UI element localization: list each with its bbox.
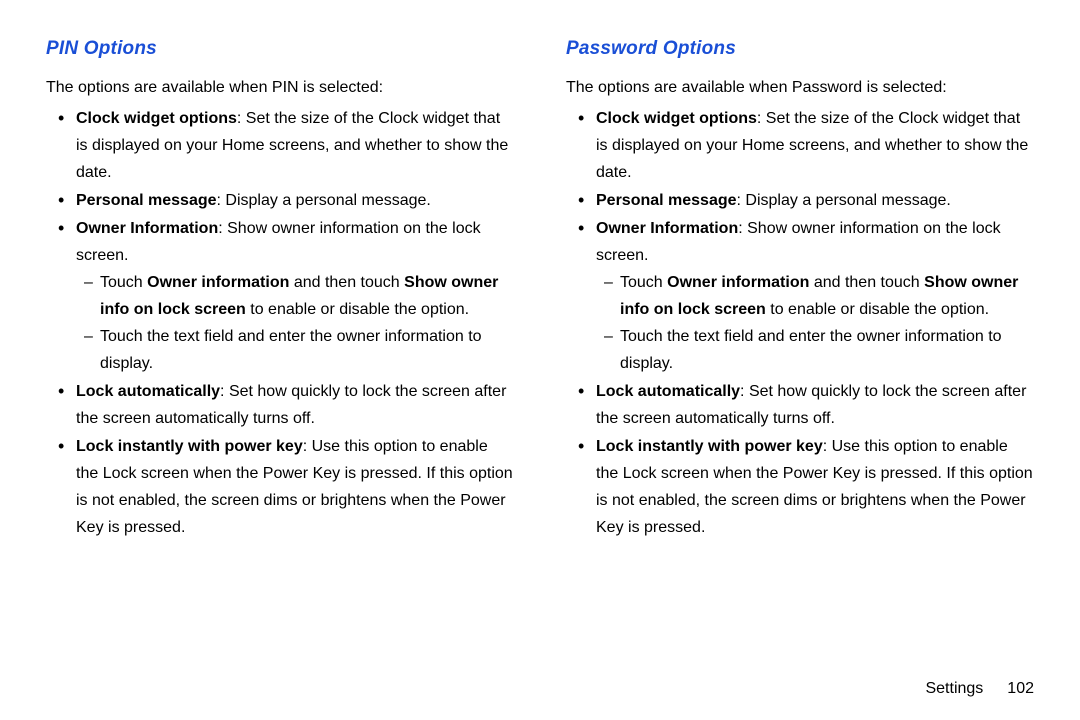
t: to enable or disable the option. — [246, 301, 469, 318]
bullet-owner: Owner Information: Show owner informatio… — [62, 215, 514, 377]
t: Owner information — [667, 274, 809, 291]
footer-page-number: 102 — [1007, 680, 1034, 697]
sub-list: Touch Owner information and then touch S… — [76, 269, 514, 377]
bullet-personal: Personal message: Display a personal mes… — [62, 187, 514, 214]
heading-password-options: Password Options — [566, 38, 1034, 60]
right-column: Password Options The options are availab… — [566, 38, 1034, 692]
bullet-clock: Clock widget options: Set the size of th… — [62, 105, 514, 186]
bullet-list: Clock widget options: Set the size of th… — [46, 105, 514, 541]
manual-page: PIN Options The options are available wh… — [0, 0, 1080, 720]
bullet-list: Clock widget options: Set the size of th… — [566, 105, 1034, 541]
columns: PIN Options The options are available wh… — [46, 38, 1034, 692]
t: Touch — [620, 274, 667, 291]
bullet-lockauto: Lock automatically: Set how quickly to l… — [582, 378, 1034, 432]
bullet-lockauto: Lock automatically: Set how quickly to l… — [62, 378, 514, 432]
bullet-lockinstant: Lock instantly with power key: Use this … — [582, 433, 1034, 541]
left-column: PIN Options The options are available wh… — [46, 38, 514, 692]
label: Personal message — [596, 192, 737, 209]
label: Clock widget options — [596, 110, 757, 127]
text: : Display a personal message. — [217, 192, 431, 209]
label: Lock instantly with power key — [596, 438, 823, 455]
footer-section: Settings — [925, 680, 983, 697]
label: Clock widget options — [76, 110, 237, 127]
label: Lock automatically — [596, 383, 740, 400]
heading-pin-options: PIN Options — [46, 38, 514, 60]
text: : Display a personal message. — [737, 192, 951, 209]
intro-text: The options are available when Password … — [566, 74, 1034, 101]
label: Owner Information — [596, 220, 738, 237]
intro-text: The options are available when PIN is se… — [46, 74, 514, 101]
t: to enable or disable the option. — [766, 301, 989, 318]
t: and then touch — [289, 274, 404, 291]
t: Owner information — [147, 274, 289, 291]
label: Lock automatically — [76, 383, 220, 400]
t: and then touch — [809, 274, 924, 291]
label: Owner Information — [76, 220, 218, 237]
bullet-lockinstant: Lock instantly with power key: Use this … — [62, 433, 514, 541]
sub-list: Touch Owner information and then touch S… — [596, 269, 1034, 377]
bullet-personal: Personal message: Display a personal mes… — [582, 187, 1034, 214]
label: Personal message — [76, 192, 217, 209]
page-footer: Settings 102 — [925, 680, 1034, 698]
sub-owner-2: Touch the text field and enter the owner… — [86, 323, 514, 377]
sub-owner-2: Touch the text field and enter the owner… — [606, 323, 1034, 377]
t: Touch — [100, 274, 147, 291]
bullet-clock: Clock widget options: Set the size of th… — [582, 105, 1034, 186]
label: Lock instantly with power key — [76, 438, 303, 455]
sub-owner-1: Touch Owner information and then touch S… — [86, 269, 514, 323]
bullet-owner: Owner Information: Show owner informatio… — [582, 215, 1034, 377]
sub-owner-1: Touch Owner information and then touch S… — [606, 269, 1034, 323]
